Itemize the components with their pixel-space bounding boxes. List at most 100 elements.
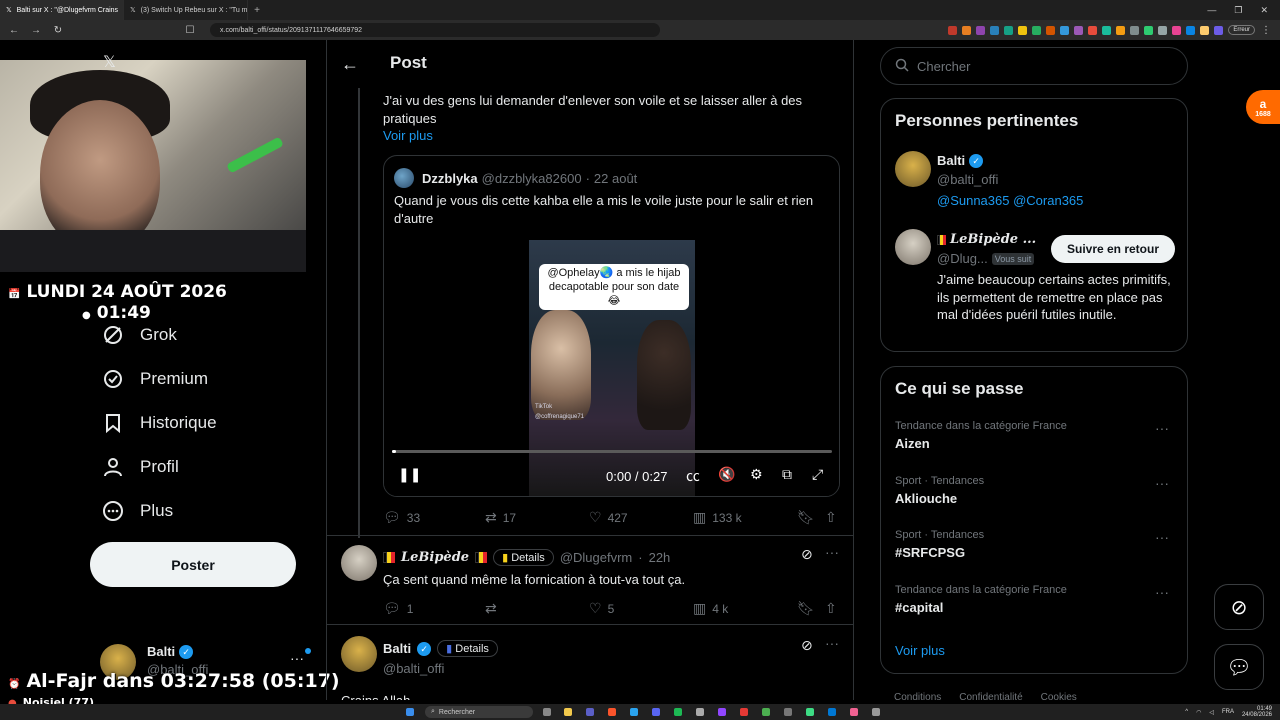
maximize-icon[interactable]: ❐	[1234, 5, 1242, 16]
video-player[interactable]: @Ophelay🌏 a mis le hijab decapotable pou…	[384, 240, 839, 496]
close-window-icon[interactable]: ✕	[1260, 5, 1268, 16]
post-button[interactable]: Poster	[90, 542, 296, 587]
search-box[interactable]	[880, 47, 1188, 85]
share-button[interactable]: ⇧	[825, 600, 837, 617]
more-dots-icon[interactable]: ···	[1155, 420, 1169, 436]
details-badge[interactable]: ▮ Details	[493, 549, 554, 566]
tray-chevron-icon[interactable]: ^	[1185, 709, 1188, 715]
back-nav-icon[interactable]: ←	[8, 25, 20, 36]
reply-button[interactable]: 💬︎ 33	[383, 509, 420, 526]
extension-icon[interactable]	[1214, 25, 1224, 35]
footer-link[interactable]: Conditions	[894, 692, 941, 703]
grok-fab-button[interactable]: ⊘	[1214, 584, 1264, 630]
extension-icon[interactable]	[1144, 25, 1154, 35]
bookmark-button[interactable]: 🔖︎	[797, 509, 815, 526]
language-indicator[interactable]: FRA	[1222, 709, 1234, 715]
details-badge[interactable]: ▮ Details	[437, 640, 498, 657]
views-button[interactable]: ▥ 133 k	[693, 509, 742, 526]
extension-icon[interactable]	[1102, 25, 1112, 35]
extension-icon[interactable]	[1074, 25, 1084, 35]
grok-explain-icon[interactable]: ⊘	[801, 546, 813, 563]
taskbar-search[interactable]: ⌕ Rechercher	[425, 706, 533, 718]
extension-icon[interactable]	[1158, 25, 1168, 35]
pause-icon[interactable]: ❚❚	[398, 466, 421, 483]
avatar[interactable]	[341, 545, 377, 581]
extension-icon[interactable]	[1200, 25, 1210, 35]
telegram-icon[interactable]	[630, 708, 638, 716]
browser-tab[interactable]: 𝕏 (3) Switch Up Rebeu sur X : "Tu m ✕	[124, 0, 248, 20]
see-more-trends-link[interactable]: Voir plus	[895, 643, 945, 658]
avatar[interactable]	[895, 151, 931, 187]
messages-fab-button[interactable]: 💬︎	[1214, 644, 1264, 690]
back-arrow-icon[interactable]: ←	[341, 54, 359, 75]
fullscreen-icon[interactable]: ⤢	[812, 466, 823, 483]
footer-link[interactable]: Cookies	[1041, 692, 1077, 703]
app-icon[interactable]	[784, 708, 792, 716]
settings-gear-icon[interactable]	[872, 708, 880, 716]
extension-icon[interactable]	[990, 25, 1000, 35]
alibaba-extension-badge[interactable]: a 1688	[1246, 90, 1280, 124]
bookmark-button[interactable]: 🔖︎	[797, 600, 815, 617]
app-icon[interactable]	[696, 708, 704, 716]
search-input[interactable]	[917, 58, 1157, 74]
follow-back-button[interactable]: Suivre en retour	[1051, 235, 1175, 263]
person-name[interactable]: 𝑳𝒆𝑩𝒊𝒑𝒆̀𝒅𝒆 ...	[950, 232, 1036, 247]
repost-button[interactable]: ⇄ 17	[485, 509, 516, 526]
reply-author-name[interactable]: Balti	[383, 641, 411, 656]
taskbar-clock[interactable]: 01:49 24/08/2026	[1242, 706, 1272, 718]
browser-tab-active[interactable]: 𝕏 Balti sur X : "@Dlugefvrm Crains ✕	[0, 0, 124, 20]
spotify-icon[interactable]	[674, 708, 682, 716]
more-dots-icon[interactable]: ···	[1155, 529, 1169, 545]
sidebar-item-plus[interactable]: Plus	[102, 500, 173, 522]
repost-button[interactable]: ⇄	[485, 600, 497, 617]
share-button[interactable]: ⇧	[825, 509, 837, 526]
app-icon[interactable]	[850, 708, 858, 716]
avatar[interactable]	[895, 229, 931, 265]
extension-icon[interactable]	[976, 25, 986, 35]
extension-icon[interactable]	[962, 25, 972, 35]
volume-icon[interactable]: ◁	[1209, 709, 1214, 716]
captions-icon[interactable]: ㏄	[686, 466, 700, 486]
sidebar-item-grok[interactable]: Grok	[102, 324, 177, 346]
file-explorer-icon[interactable]	[564, 708, 572, 716]
forward-nav-icon[interactable]: →	[30, 25, 42, 36]
quoted-post[interactable]: Dzzblyka @dzzblyka82600 · 22 août Quand …	[383, 155, 840, 497]
video-progress-bar[interactable]	[392, 450, 832, 453]
extension-icon[interactable]	[1004, 25, 1014, 35]
trend-item[interactable]: Tendance dans la catégorie France #capit…	[895, 584, 1175, 615]
sidebar-item-historique[interactable]: Historique	[102, 412, 217, 434]
person-bio-links[interactable]: @Sunna365 @Coran365	[937, 193, 1083, 208]
x-logo-icon[interactable]: 𝕏	[103, 52, 116, 72]
brave-browser-icon[interactable]	[608, 708, 616, 716]
bookmark-icon[interactable]: ☐	[184, 25, 196, 36]
picture-in-picture-icon[interactable]: ⧉	[782, 466, 792, 483]
extension-icon[interactable]	[1032, 25, 1042, 35]
more-dots-icon[interactable]: ···	[290, 650, 304, 666]
extension-icon[interactable]	[948, 25, 958, 35]
sidebar-item-profil[interactable]: Profil	[102, 456, 179, 478]
new-tab-icon[interactable]: +	[248, 5, 266, 16]
more-dots-icon[interactable]: ···	[825, 635, 839, 651]
app-icon[interactable]	[586, 708, 594, 716]
extension-icon[interactable]	[1088, 25, 1098, 35]
settings-gear-icon[interactable]: ⚙	[750, 466, 763, 483]
extension-icon[interactable]	[1130, 25, 1140, 35]
more-dots-icon[interactable]: ···	[825, 544, 839, 560]
views-button[interactable]: ▥ 4 k	[693, 600, 728, 617]
sidebar-item-premium[interactable]: Premium	[102, 368, 208, 390]
obs-icon[interactable]	[740, 708, 748, 716]
app-icon[interactable]	[806, 708, 814, 716]
reply-button[interactable]: 💬︎ 1	[383, 600, 413, 617]
trend-item[interactable]: Sport · Tendances Akliouche ···	[895, 475, 1175, 506]
minimize-icon[interactable]: —	[1207, 5, 1216, 16]
see-more-link[interactable]: Voir plus	[383, 127, 433, 145]
trend-item[interactable]: Tendance dans la catégorie France Aizen …	[895, 420, 1175, 451]
discord-icon[interactable]	[652, 708, 660, 716]
more-dots-icon[interactable]: ···	[1155, 475, 1169, 491]
footer-link[interactable]: Confidentialité	[959, 692, 1022, 703]
app-icon[interactable]	[828, 708, 836, 716]
extension-icon[interactable]	[1060, 25, 1070, 35]
avatar[interactable]	[341, 636, 377, 672]
mute-icon[interactable]: 🔇	[718, 466, 735, 483]
like-button[interactable]: ♡ 5	[589, 600, 614, 617]
